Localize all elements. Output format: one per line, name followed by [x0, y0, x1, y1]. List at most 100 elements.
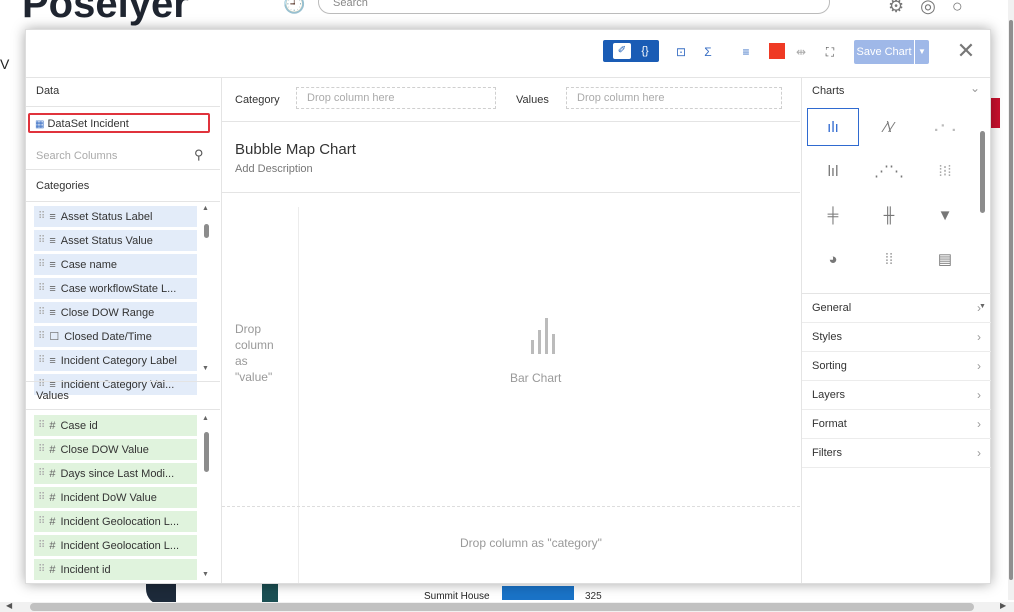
background-left-text: V [0, 56, 10, 72]
column-item[interactable]: ⠿ ☐ Closed Date/Time [34, 326, 197, 347]
settings-section-format[interactable]: Format › [802, 410, 991, 439]
line-chart-type-icon[interactable]: ⁄\⁄ [863, 108, 915, 146]
column-item[interactable]: ⠿ ≡ Case workflowState L... [34, 278, 197, 299]
chart-title[interactable]: Bubble Map Chart [235, 141, 356, 158]
fit-width-icon[interactable]: ⇹ [791, 42, 811, 62]
column-item[interactable]: ⠿ ≡ Case name [34, 254, 197, 275]
column-item[interactable]: ⠿ ≡ Asset Status Label [34, 206, 197, 227]
scroll-up-arrow-icon[interactable]: ▲ [202, 205, 209, 212]
stacked-bar-chart-type-icon[interactable]: lıl [807, 152, 859, 190]
bar-chart-type-icon[interactable]: ılı [807, 108, 859, 146]
color-picker-button[interactable] [769, 43, 785, 59]
header-icons: ⚙◎○ [888, 0, 979, 16]
page-horizontal-scroll-thumb[interactable] [30, 603, 974, 611]
text-type-icon: ≡ [49, 210, 56, 223]
scroll-down-arrow-icon[interactable]: ▼ [202, 365, 209, 372]
drag-handle-icon[interactable]: ⠿ [38, 331, 45, 342]
candlestick-chart-type-icon[interactable]: ╫ [863, 196, 915, 234]
table-chart-type-icon[interactable]: ▤ [919, 240, 971, 278]
funnel-chart-type-icon[interactable]: ▼ [919, 196, 971, 234]
chart-canvas-panel: Category Drop column here Values Drop co… [222, 77, 800, 583]
column-label: Incident id [60, 563, 111, 576]
settings-section-styles[interactable]: Styles › [802, 323, 991, 352]
global-search-input[interactable]: Search [318, 0, 830, 14]
chart-grid-scroll-thumb[interactable] [980, 131, 985, 213]
close-icon[interactable]: ✕ [954, 39, 978, 63]
drag-handle-icon[interactable]: ⠿ [38, 516, 45, 527]
box-plot-chart-type-icon[interactable]: ╪ [807, 196, 859, 234]
settings-section-general[interactable]: General › [802, 294, 991, 323]
column-item[interactable]: ⠿ ≡ Incident Category Label [34, 350, 197, 371]
y-axis-line [298, 207, 299, 583]
drag-handle-icon[interactable]: ⠿ [38, 355, 45, 366]
value-drop-zone-line: as [235, 354, 248, 368]
search-icon[interactable]: ⚲ [194, 147, 204, 163]
drag-handle-icon[interactable]: ⠿ [38, 307, 45, 318]
column-item[interactable]: ⠿ # Incident DoW Value [34, 487, 197, 508]
column-item[interactable]: ⠿ ≡ Asset Status Value [34, 230, 197, 251]
drag-handle-icon[interactable]: ⠿ [38, 211, 45, 222]
categories-scroll-thumb[interactable] [204, 224, 209, 238]
category-drop-zone-x[interactable]: Drop column as "category" [460, 536, 602, 550]
chevron-down-icon[interactable]: ⌄ [970, 81, 980, 95]
chevron-right-icon: › [977, 388, 981, 402]
drag-handle-icon[interactable]: ⠿ [38, 492, 45, 503]
column-item[interactable]: ⠿ # Incident Geolocation L... [34, 511, 197, 532]
sum-icon[interactable]: Σ [698, 42, 718, 62]
drag-handle-icon[interactable]: ⠿ [38, 540, 45, 551]
column-item[interactable]: ⠿ ≡ Close DOW Range [34, 302, 197, 323]
settings-section-layers[interactable]: Layers › [802, 381, 991, 410]
settings-section-filters[interactable]: Filters › [802, 439, 991, 468]
filter-icon[interactable]: ≡ [736, 42, 756, 62]
code-mode-button[interactable]: {} [635, 41, 655, 61]
column-label: Close DOW Range [60, 306, 155, 319]
column-item[interactable]: ⠿ # Close DOW Value [34, 439, 197, 460]
drag-handle-icon[interactable]: ⠿ [38, 564, 45, 575]
values-drop-zone[interactable]: Drop column here [566, 87, 782, 109]
search-columns-input[interactable]: Search Columns [36, 150, 117, 162]
column-label: Case name [60, 258, 118, 271]
save-chart-button[interactable]: Save Chart [854, 40, 914, 64]
search-columns[interactable]: Search Columns ⚲ [26, 145, 220, 170]
pie-chart-type-icon[interactable]: ◕ [807, 240, 859, 278]
scatter-matrix-chart-type-icon[interactable]: ⁞⁞ [863, 240, 915, 278]
chart-description[interactable]: Add Description [235, 163, 313, 175]
column-item[interactable]: ⠿ # Case id [34, 415, 197, 436]
calculated-field-icon[interactable]: ⊡ [671, 42, 691, 62]
dot-plot-chart-type-icon[interactable]: ⁞⁝⁞ [919, 152, 971, 190]
scatter-chart-type-icon[interactable]: ⠠⠂⠄ [919, 108, 971, 146]
drag-handle-icon[interactable]: ⠿ [38, 283, 45, 294]
settings-section-sorting[interactable]: Sorting › [802, 352, 991, 381]
category-drop-zone[interactable]: Drop column here [296, 87, 496, 109]
column-item[interactable]: ⠿ # Days since Last Modi... [34, 463, 197, 484]
column-item[interactable]: ⠿ # Incident Geolocation L... [34, 535, 197, 556]
divider [26, 409, 220, 410]
number-type-icon: # [49, 563, 56, 576]
drag-handle-icon[interactable]: ⠿ [38, 420, 45, 431]
data-panel: Data ▦ DataSet Incident Search Columns ⚲ … [26, 77, 222, 583]
settings-section-label: Filters [812, 447, 842, 459]
values-scroll-thumb[interactable] [204, 432, 209, 472]
scroll-down-arrow-icon[interactable]: ▼ [202, 571, 209, 578]
drag-handle-icon[interactable]: ⠿ [38, 444, 45, 455]
page-vertical-scroll-thumb[interactable] [1009, 20, 1013, 580]
x-axis-drop-line [222, 506, 800, 507]
column-item[interactable]: ⠿ # Incident id [34, 559, 197, 580]
visual-mode-button[interactable]: ✐ [613, 43, 631, 59]
dataset-selector[interactable]: ▦ DataSet Incident [28, 113, 210, 133]
value-drop-zone-line: Drop [235, 322, 262, 336]
table-icon: ▦ [35, 119, 45, 130]
drag-handle-icon[interactable]: ⠿ [38, 235, 45, 246]
scroll-up-arrow-icon[interactable]: ▲ [202, 415, 209, 422]
drag-handle-icon[interactable]: ⠿ [38, 259, 45, 270]
categories-list: ⠿ ≡ Asset Status Label ⠿ ≡ Asset Status Value… [34, 206, 197, 401]
value-drop-zone[interactable]: Drop column as "value" [235, 321, 274, 385]
fullscreen-icon[interactable]: ⛶ [820, 42, 840, 62]
column-label: Incident Geolocation L... [60, 515, 180, 528]
scroll-left-arrow-icon[interactable]: ◀ [6, 601, 12, 610]
drag-handle-icon[interactable]: ⠿ [38, 468, 45, 479]
save-options-caret-icon[interactable]: ▼ [915, 40, 929, 64]
scroll-right-arrow-icon[interactable]: ▶ [1000, 601, 1006, 610]
area-chart-type-icon[interactable]: ⋰⋱ [863, 152, 915, 190]
background-chart-value: 325 [585, 591, 602, 602]
